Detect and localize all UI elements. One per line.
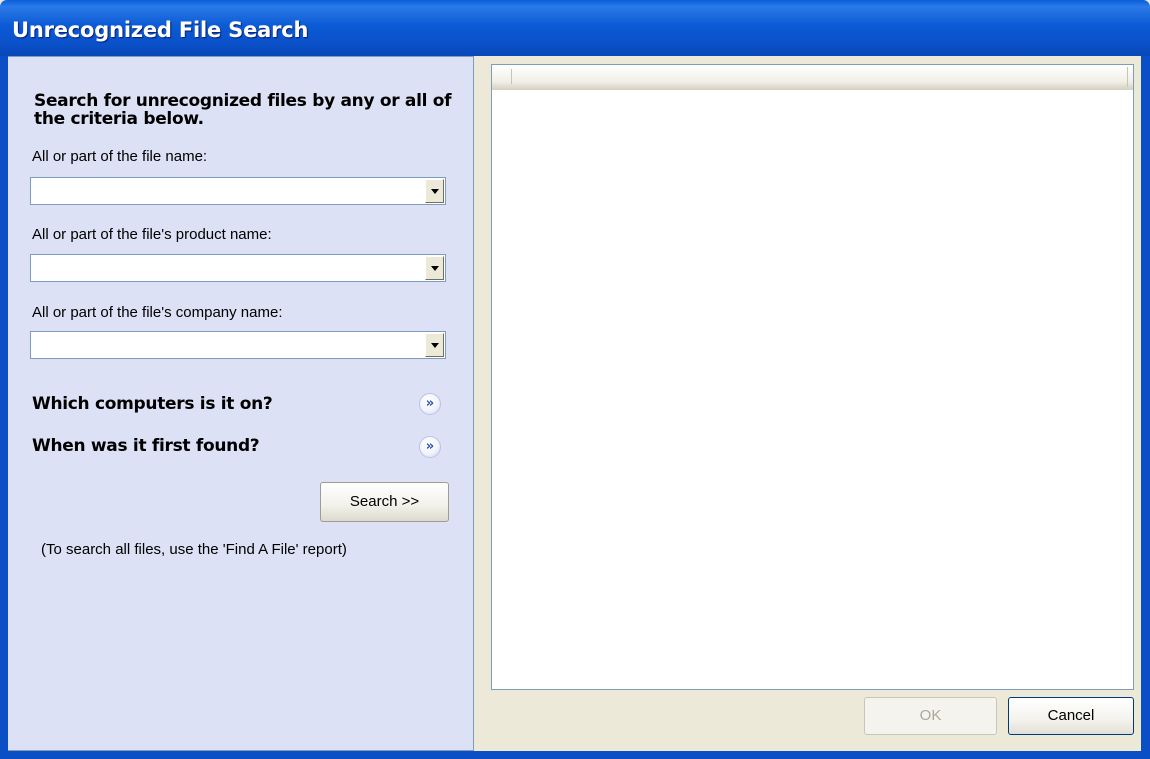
results-column-header[interactable]	[492, 65, 1133, 90]
dialog-client-area: Search for unrecognized files by any or …	[8, 56, 1141, 751]
cancel-button[interactable]: Cancel	[1008, 697, 1134, 735]
company-name-combobox[interactable]	[30, 331, 446, 359]
search-button[interactable]: Search >>	[320, 482, 449, 522]
search-heading: Search for unrecognized files by any or …	[34, 91, 452, 129]
product-name-combobox[interactable]	[30, 254, 446, 282]
search-criteria-panel: Search for unrecognized files by any or …	[8, 56, 474, 751]
file-name-combobox[interactable]	[30, 177, 446, 205]
window-frame-bottom	[0, 751, 1150, 759]
product-name-dropdown-arrow-icon[interactable]	[425, 256, 444, 280]
dialog-window: Unrecognized File Search Search for unre…	[0, 0, 1150, 759]
file-name-dropdown-arrow-icon[interactable]	[425, 179, 444, 203]
window-title: Unrecognized File Search	[12, 18, 309, 42]
company-name-label: All or part of the file's company name:	[32, 304, 283, 321]
search-hint-text: (To search all files, use the 'Find A Fi…	[41, 541, 347, 558]
first-found-section-label[interactable]: When was it first found?	[32, 436, 260, 456]
file-name-label: All or part of the file name:	[32, 148, 208, 165]
column-divider[interactable]	[511, 69, 512, 84]
column-divider[interactable]	[1127, 67, 1128, 87]
window-frame-right	[1141, 56, 1150, 759]
product-name-label: All or part of the file's product name:	[32, 226, 272, 243]
expand-chevron-down-icon[interactable]: »	[419, 436, 441, 458]
company-name-dropdown-arrow-icon[interactable]	[425, 333, 444, 357]
title-bar[interactable]: Unrecognized File Search	[0, 0, 1150, 56]
expand-chevron-down-icon[interactable]: »	[419, 393, 441, 415]
results-list-view[interactable]	[491, 64, 1134, 690]
window-frame-left	[0, 56, 8, 759]
ok-button[interactable]: OK	[864, 697, 997, 735]
computers-section-label[interactable]: Which computers is it on?	[32, 394, 273, 414]
